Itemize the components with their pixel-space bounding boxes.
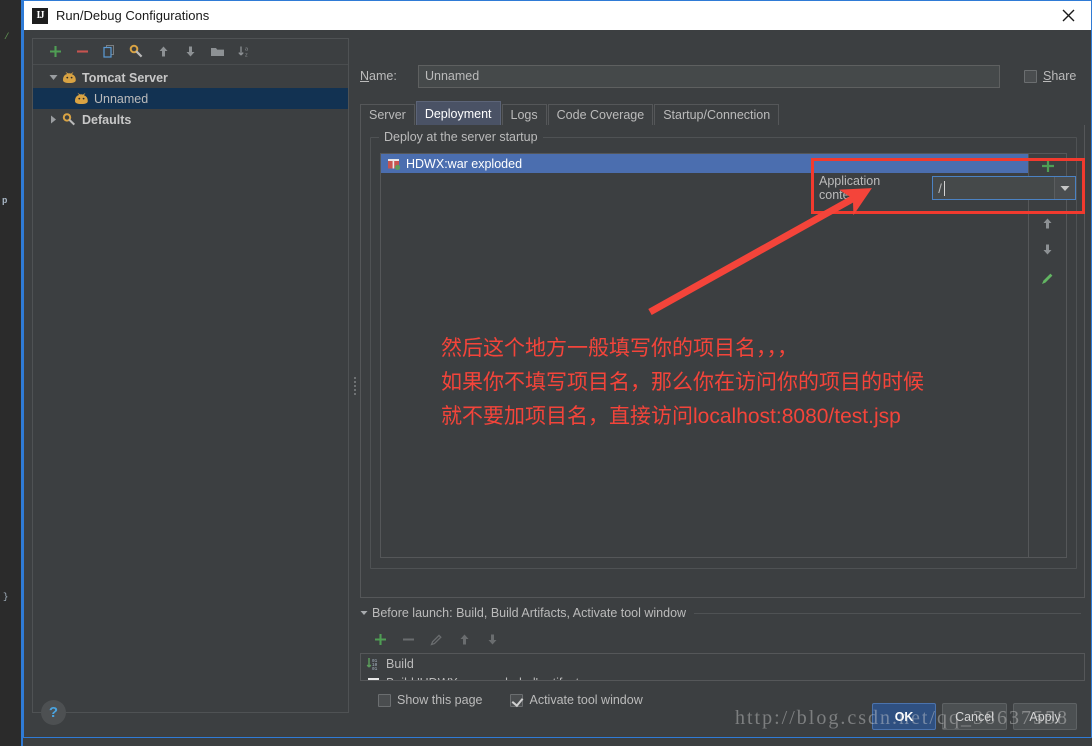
minus-icon[interactable] [74, 43, 91, 60]
configuration-tabs: Server Deployment Logs Code Coverage Sta… [360, 101, 1085, 125]
dialog-title: Run/Debug Configurations [56, 8, 210, 23]
tree-item-defaults[interactable]: Defaults [33, 109, 348, 130]
tab-code-coverage[interactable]: Code Coverage [547, 104, 654, 125]
name-input[interactable] [418, 64, 1000, 88]
show-this-page-checkbox[interactable]: Show this page [372, 693, 482, 707]
arrow-up-icon[interactable] [1039, 215, 1056, 232]
name-row: Name: Share [360, 64, 1085, 88]
checkbox-label: Activate tool window [529, 693, 643, 707]
dialog-footer-buttons: OK Cancel Apply [872, 703, 1077, 730]
artifact-icon [385, 156, 402, 172]
tab-server[interactable]: Server [360, 104, 415, 125]
list-item[interactable]: Build 'HDWX:war exploded' artifact [361, 673, 1084, 681]
intellij-logo-icon: IJ [32, 7, 48, 24]
build-binary-icon: 01 10 01 [365, 656, 382, 672]
code-fragment: } [3, 592, 9, 602]
run-debug-configurations-dialog: IJ Run/Debug Configurations a z Tomcat S… [23, 0, 1092, 738]
dialog-body: a z Tomcat Server Unnamed Defaults Name:… [24, 30, 1091, 737]
minus-icon [400, 631, 417, 648]
copy-icon[interactable] [101, 43, 118, 60]
panel-splitter[interactable] [352, 30, 360, 705]
deployment-tab-content: Deploy at the server startup HDWX:war ex… [360, 125, 1085, 598]
list-item-label: Build [386, 656, 414, 671]
tab-startup-connection[interactable]: Startup/Connection [654, 104, 780, 125]
chevron-down-icon[interactable] [45, 70, 61, 86]
tab-deployment[interactable]: Deployment [415, 101, 501, 125]
tomcat-cat-icon [61, 70, 78, 86]
activate-tool-window-checkbox[interactable]: Activate tool window [504, 693, 643, 707]
tree-item-tomcat-server[interactable]: Tomcat Server [33, 67, 348, 88]
checkbox-box[interactable] [378, 693, 391, 707]
artifact-icon [365, 675, 382, 680]
application-context-label: Application context: [819, 174, 881, 202]
arrow-up-icon[interactable] [155, 43, 172, 60]
list-item-label: Build 'HDWX:war exploded' artifact [386, 676, 579, 681]
tomcat-cat-icon [73, 91, 90, 107]
pencil-icon[interactable] [1039, 270, 1056, 287]
chevron-down-icon[interactable] [1054, 177, 1075, 199]
before-launch-section: Before launch: Build, Build Artifacts, A… [360, 605, 1085, 707]
before-launch-toolbar [360, 627, 1085, 651]
checkbox-label: Show this page [397, 693, 483, 707]
tab-logs[interactable]: Logs [501, 104, 547, 125]
before-launch-header[interactable]: Before launch: Build, Build Artifacts, A… [360, 605, 1085, 621]
svg-text:z: z [245, 53, 248, 59]
wrench-icon [61, 112, 78, 128]
application-context-combobox[interactable]: / [932, 176, 1076, 200]
arrow-down-icon [484, 631, 501, 648]
share-label: Share [1043, 69, 1077, 83]
arrow-down-icon[interactable] [182, 43, 199, 60]
ok-button[interactable]: OK [872, 703, 937, 730]
wrench-icon[interactable] [128, 43, 145, 60]
code-fragment: p [2, 196, 8, 206]
sort-alpha-icon[interactable]: a z [236, 43, 253, 60]
tree-item-unnamed[interactable]: Unnamed [33, 88, 348, 109]
text-caret [944, 181, 946, 196]
configurations-tree: Tomcat Server Unnamed Defaults [33, 65, 348, 130]
configurations-tree-panel: a z Tomcat Server Unnamed Defaults [32, 38, 349, 713]
application-context-input[interactable]: / [933, 181, 1054, 196]
dialog-titlebar: IJ Run/Debug Configurations [24, 1, 1091, 30]
application-context-row: Application context: / [819, 174, 1076, 202]
tree-item-label: Defaults [82, 112, 132, 127]
chevron-right-icon[interactable] [45, 112, 61, 128]
plus-icon[interactable] [47, 43, 64, 60]
share-checkbox-box[interactable] [1024, 69, 1037, 83]
section-divider [694, 612, 1081, 614]
tree-item-label: Tomcat Server [82, 70, 168, 85]
deploy-at-startup-group: Deploy at the server startup HDWX:war ex… [370, 130, 1085, 569]
arrow-down-icon[interactable] [1039, 241, 1056, 258]
cancel-button[interactable]: Cancel [942, 703, 1007, 730]
folder-icon[interactable] [209, 43, 226, 60]
list-item[interactable]: 01 10 01 Build [361, 654, 1084, 673]
share-checkbox[interactable]: Share [1024, 69, 1076, 83]
list-item-label: HDWX:war exploded [406, 156, 523, 171]
arrow-up-icon [456, 631, 473, 648]
pencil-icon [428, 631, 445, 648]
svg-text:01: 01 [372, 667, 378, 671]
name-label: Name: [360, 69, 397, 83]
checkbox-box[interactable] [510, 693, 524, 707]
plus-icon[interactable] [372, 631, 389, 648]
question-mark-icon[interactable]: ? [41, 700, 66, 725]
editor-sliver: / p } [0, 0, 22, 746]
code-fragment: / [4, 32, 10, 42]
deploy-group-legend: Deploy at the server startup [379, 130, 543, 144]
splitter-grip-icon [353, 375, 358, 409]
before-launch-title: Before launch: Build, Build Artifacts, A… [372, 606, 687, 620]
configuration-editor-panel: Name: Share Server Deployment Logs Code … [360, 38, 1085, 713]
apply-button[interactable]: Apply [1013, 703, 1077, 730]
chevron-down-small-icon[interactable] [360, 609, 368, 617]
close-icon[interactable] [1045, 1, 1091, 30]
before-launch-task-list[interactable]: 01 10 01 Build [360, 653, 1085, 681]
tree-item-label: Unnamed [94, 91, 149, 106]
configurations-toolbar: a z [33, 39, 348, 65]
